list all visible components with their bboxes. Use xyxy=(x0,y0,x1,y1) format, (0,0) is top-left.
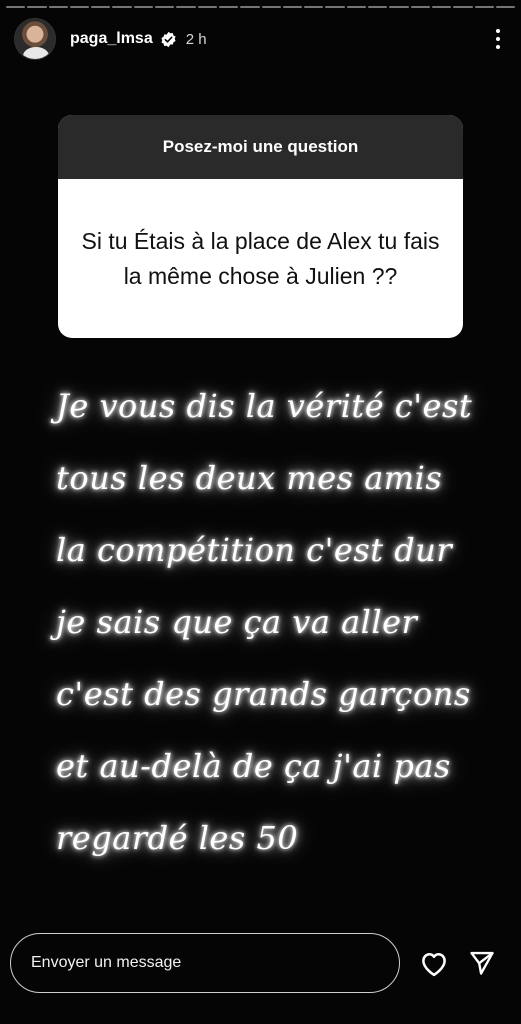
progress-segment xyxy=(325,6,345,8)
question-text: Si tu Étais à la place de Alex tu fais l… xyxy=(81,228,440,289)
progress-segment xyxy=(410,6,430,8)
progress-segment xyxy=(218,6,239,8)
progress-segment xyxy=(197,6,217,8)
progress-segment xyxy=(133,6,154,8)
progress-segment xyxy=(282,6,303,8)
progress-segment xyxy=(6,6,26,8)
progress-segment xyxy=(389,6,409,8)
progress-segment xyxy=(368,6,388,8)
post-time: 2 h xyxy=(185,30,207,48)
progress-segment xyxy=(346,6,367,8)
progress-segment xyxy=(48,6,68,8)
avatar[interactable] xyxy=(14,18,56,60)
username[interactable]: paga_lmsa xyxy=(70,30,153,48)
story-progress-bar xyxy=(6,6,516,8)
more-vertical-icon[interactable] xyxy=(485,22,511,56)
story-viewer: paga_lmsa 2 h Posez-moi une question Si … xyxy=(0,0,521,1024)
heart-icon[interactable] xyxy=(414,943,454,983)
progress-segment xyxy=(261,6,281,8)
message-input[interactable] xyxy=(10,933,400,993)
verified-badge-icon xyxy=(160,31,177,48)
progress-segment xyxy=(495,6,516,8)
progress-segment xyxy=(112,6,132,8)
progress-segment xyxy=(474,6,494,8)
question-sticker[interactable]: Posez-moi une question Si tu Étais à la … xyxy=(58,115,463,338)
answer-text: Je vous dis la vérité c'est tous les deu… xyxy=(56,387,473,857)
question-prompt: Posez-moi une question xyxy=(58,115,463,179)
progress-segment xyxy=(155,6,175,8)
progress-segment xyxy=(240,6,260,8)
story-header: paga_lmsa 2 h xyxy=(14,16,511,62)
reply-bar xyxy=(10,933,511,993)
send-icon[interactable] xyxy=(462,943,502,983)
progress-segment xyxy=(431,6,452,8)
progress-segment xyxy=(453,6,473,8)
progress-segment xyxy=(304,6,324,8)
progress-segment xyxy=(176,6,196,8)
progress-segment xyxy=(27,6,47,8)
progress-segment xyxy=(91,6,111,8)
progress-segment xyxy=(69,6,90,8)
